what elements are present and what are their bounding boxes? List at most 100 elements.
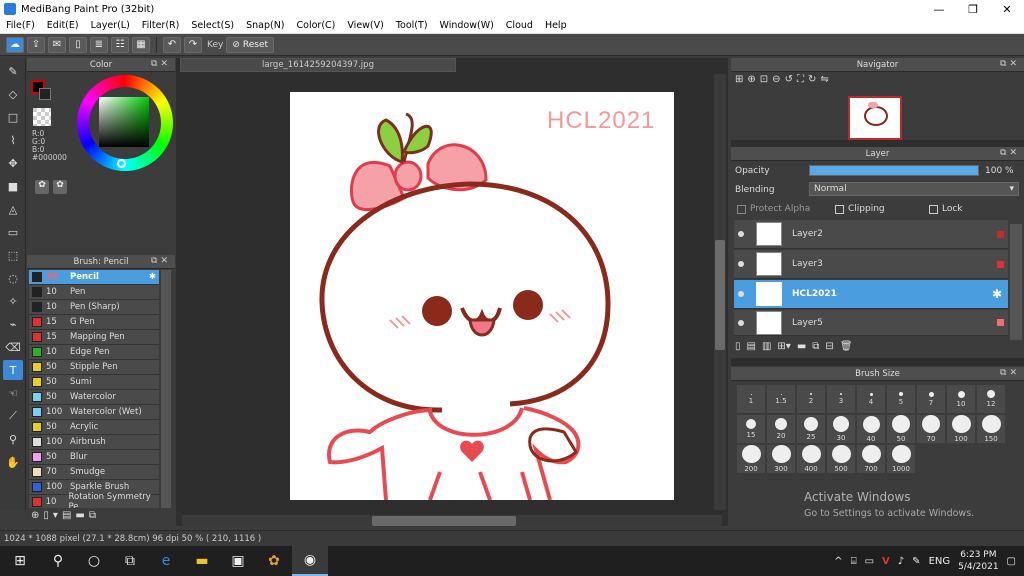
maximize-button[interactable]: ❐ xyxy=(956,0,990,18)
duplicate-layer-icon[interactable]: ⧉ xyxy=(812,341,819,352)
add-layer-menu-icon[interactable]: ⊞▾ xyxy=(777,341,790,352)
brush-item[interactable]: 100 Watercolor (Wet) xyxy=(29,405,159,420)
list-icon[interactable]: ☷ xyxy=(111,36,129,53)
brush-size-cell[interactable]: 50 xyxy=(886,414,916,444)
windows-start-icon[interactable]: ⊞ xyxy=(0,546,40,576)
minimize-button[interactable]: — xyxy=(922,0,956,18)
panel-controls-icon[interactable]: ⧉✕ xyxy=(151,256,171,266)
brush-size-cell[interactable]: 500 xyxy=(826,444,856,474)
lock-checkbox[interactable] xyxy=(929,204,938,214)
gradient-tool-icon[interactable]: ▭ xyxy=(3,222,23,242)
layer-row[interactable]: Layer3 xyxy=(734,250,1008,279)
menu-snap[interactable]: Snap(N) xyxy=(240,20,290,31)
brush-size-cell[interactable]: 15 xyxy=(736,414,766,444)
menu-window[interactable]: Window(W) xyxy=(434,20,500,31)
folder-icon[interactable]: ▬ xyxy=(797,341,806,352)
move-tool-icon[interactable]: ✥ xyxy=(3,153,23,173)
select-tool-icon[interactable]: ⬚ xyxy=(3,245,23,265)
drawing-canvas[interactable]: HCL2021 xyxy=(290,92,674,500)
opacity-slider[interactable] xyxy=(809,165,979,176)
battery-icon[interactable]: ▭ xyxy=(865,556,874,567)
panel-controls-icon[interactable]: ⧉✕ xyxy=(1000,59,1020,69)
divide-tool-icon[interactable]: ⟋ xyxy=(3,406,23,426)
brush-size-cell[interactable]: 20 xyxy=(766,414,796,444)
menu-help[interactable]: Help xyxy=(539,20,573,31)
document-icon[interactable]: ≣ xyxy=(90,36,108,53)
brush-size-cell[interactable]: 700 xyxy=(856,444,886,474)
brush-size-cell[interactable]: 4 xyxy=(856,384,886,414)
blending-select[interactable]: Normal ▾ xyxy=(809,182,1019,196)
search-icon[interactable]: ⚲ xyxy=(40,546,76,576)
brush-item[interactable]: 50 Acrylic xyxy=(29,420,159,435)
brush-size-cell[interactable]: 150 xyxy=(976,414,1006,444)
close-button[interactable]: ✕ xyxy=(990,0,1024,18)
brush-item[interactable]: 100 Airbrush xyxy=(29,435,159,450)
visibility-icon[interactable] xyxy=(738,319,744,326)
clock[interactable]: 6:23 PM 5/4/2021 xyxy=(958,549,998,573)
speaker-icon[interactable]: ♪ xyxy=(898,556,904,567)
document-tab[interactable]: large_1614259204397.jpg xyxy=(180,58,456,72)
flip-icon[interactable]: ⇋ xyxy=(820,74,828,88)
select-pen-tool-icon[interactable]: ⌁ xyxy=(3,314,23,334)
palette-settings-icon[interactable]: ✿ xyxy=(53,180,67,194)
brush-size-cell[interactable]: 70 xyxy=(916,414,946,444)
menu-filter[interactable]: Filter(R) xyxy=(136,20,186,31)
file-explorer-icon[interactable]: ▬ xyxy=(184,546,220,576)
protect-alpha-checkbox[interactable] xyxy=(737,204,746,214)
rotate-left-icon[interactable]: ↺ xyxy=(785,74,793,88)
task-view-icon[interactable]: ⧉ xyxy=(112,546,148,576)
panel-controls-icon[interactable]: ⧉✕ xyxy=(151,59,171,69)
menu-tool[interactable]: Tool(T) xyxy=(390,20,434,31)
horizontal-scrollbar[interactable] xyxy=(182,515,722,527)
folder-icon[interactable]: ▬ xyxy=(75,510,84,524)
new-8bit-layer-icon[interactable]: ▥ xyxy=(762,341,771,352)
vertical-scrollbar[interactable] xyxy=(714,74,726,510)
panel-controls-icon[interactable]: ⧉✕ xyxy=(1000,368,1020,378)
menu-edit[interactable]: Edit(E) xyxy=(41,20,85,31)
layer-list-scrollbar[interactable] xyxy=(1010,224,1022,340)
cortana-icon[interactable]: ○ xyxy=(76,546,112,576)
secondary-color-swatch[interactable] xyxy=(39,88,51,100)
brush-size-cell[interactable]: 1 xyxy=(736,384,766,414)
brush-size-cell[interactable]: 3 xyxy=(826,384,856,414)
zoom-in-icon[interactable]: ⊕ xyxy=(747,74,755,88)
add-brush-icon[interactable]: ⊕ xyxy=(31,510,39,524)
brush-item[interactable]: 10 Pen (Sharp) xyxy=(29,300,159,315)
brush-item[interactable]: 70 Smudge xyxy=(29,465,159,480)
brush-size-cell[interactable]: 5 xyxy=(886,384,916,414)
brush-item[interactable]: 50 Watercolor xyxy=(29,390,159,405)
cloud-icon[interactable]: ☁ xyxy=(6,36,24,53)
store-icon[interactable]: ▣ xyxy=(220,546,256,576)
reset-button[interactable]: ⊘ Reset xyxy=(226,36,275,53)
actual-size-icon[interactable]: ⊡ xyxy=(760,74,768,88)
pen-icon[interactable]: ✎ xyxy=(912,556,920,567)
zoom-fit-icon[interactable]: ⊞ xyxy=(735,74,743,88)
eyedropper-tool-icon[interactable]: ⚲ xyxy=(3,429,23,449)
brush-size-cell[interactable]: 200 xyxy=(736,444,766,474)
delete-layer-icon[interactable]: 🗑 xyxy=(840,341,853,352)
brush-size-cell[interactable]: 25 xyxy=(796,414,826,444)
new-halftone-layer-icon[interactable]: ▤ xyxy=(747,341,756,352)
visibility-icon[interactable] xyxy=(738,261,744,267)
brush-size-cell[interactable]: 30 xyxy=(826,414,856,444)
menu-view[interactable]: View(V) xyxy=(341,20,389,31)
redo-icon[interactable]: ↷ xyxy=(184,36,202,53)
text-tool-icon[interactable]: T xyxy=(3,360,23,380)
dot-tool-icon[interactable]: ⌇ xyxy=(3,130,23,150)
visibility-icon[interactable] xyxy=(738,291,744,297)
fill-rect-tool-icon[interactable]: ■ xyxy=(3,176,23,196)
menu-file[interactable]: File(F) xyxy=(0,20,41,31)
brush-size-cell[interactable]: 300 xyxy=(766,444,796,474)
visibility-icon[interactable] xyxy=(738,231,744,237)
network-icon[interactable]: ⌸ xyxy=(851,556,857,567)
chevron-up-icon[interactable]: ^ xyxy=(834,556,842,567)
eraser-tool-icon[interactable]: ◇ xyxy=(3,84,23,104)
magic-wand-tool-icon[interactable]: ✧ xyxy=(3,291,23,311)
panel-controls-icon[interactable]: ⧉✕ xyxy=(1000,148,1020,158)
brush-size-cell[interactable]: 400 xyxy=(796,444,826,474)
brush-menu-icon[interactable]: ▾ xyxy=(53,510,58,524)
palette-icon[interactable]: ✿ xyxy=(35,180,49,194)
grid-icon[interactable]: ▦ xyxy=(132,36,150,53)
menu-color[interactable]: Color(C) xyxy=(291,20,342,31)
zoom-out-icon[interactable]: ⊖ xyxy=(772,74,780,88)
